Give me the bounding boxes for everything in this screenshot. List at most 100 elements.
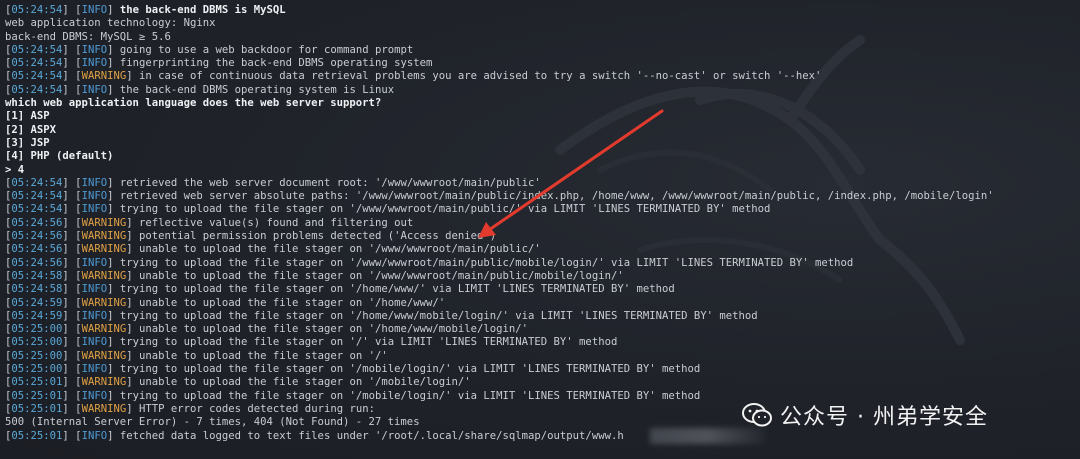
bracket: ] [ (62, 83, 82, 96)
log-message: trying to upload the file stager on '/mo… (119, 389, 701, 402)
timestamp: 05:24:59 (11, 309, 63, 322)
timestamp: 05:24:54 (11, 70, 63, 83)
line-text: [4] PHP (default) (5, 150, 114, 163)
timestamp: 05:24:54 (11, 176, 63, 189)
log-level: WARNING (81, 402, 127, 415)
terminal-line: [05:24:56] [INFO] trying to upload the f… (5, 257, 1075, 270)
log-level: WARNING (81, 296, 127, 309)
bracket: ] [ (62, 269, 82, 282)
terminal-line: [05:24:54] [INFO] retrieved the web serv… (5, 177, 1075, 190)
line-text: > 4 (5, 163, 25, 176)
terminal-line: [2] ASPX (5, 124, 1075, 137)
terminal-line: [05:24:54] [INFO] the back-end DBMS is M… (5, 4, 1075, 17)
bracket: ] (107, 256, 120, 269)
terminal-line: > 4 (5, 164, 1075, 177)
bracket: ] (107, 429, 120, 442)
bracket: ] [ (62, 376, 82, 389)
bracket: ] (107, 176, 120, 189)
bracket: ] [ (62, 389, 82, 402)
log-message: the back-end DBMS is MySQL (119, 4, 286, 16)
bracket: ] (107, 363, 120, 376)
wechat-icon (742, 403, 772, 427)
bracket: ] (107, 283, 120, 296)
terminal-line: [05:25:00] [INFO] trying to upload the f… (5, 336, 1075, 349)
bracket: ] (107, 190, 120, 203)
terminal-window[interactable]: [05:24:54] [INFO] the back-end DBMS is M… (0, 0, 1080, 459)
bracket: ] (107, 309, 120, 322)
timestamp: 05:24:56 (11, 216, 63, 229)
line-text: [2] ASPX (5, 123, 57, 136)
log-level: WARNING (81, 243, 127, 256)
terminal-output: [05:24:54] [INFO] the back-end DBMS is M… (5, 4, 1075, 443)
terminal-line: [05:24:58] [INFO] trying to upload the f… (5, 283, 1075, 296)
bracket: ] (126, 269, 139, 282)
log-message: trying to upload the file stager on '/' … (119, 336, 618, 349)
log-message: HTTP error codes detected during run: (138, 402, 375, 415)
timestamp: 05:24:54 (11, 83, 63, 96)
log-level: WARNING (81, 376, 127, 389)
log-level: INFO (81, 389, 108, 402)
log-message: fetched data logged to text files under … (119, 429, 624, 442)
bracket: ] [ (62, 323, 82, 336)
log-level: WARNING (81, 216, 127, 229)
terminal-line: [05:24:56] [WARNING] unable to upload th… (5, 243, 1075, 256)
terminal-line: [05:25:00] [WARNING] unable to upload th… (5, 323, 1075, 336)
log-level: INFO (81, 176, 108, 189)
terminal-line: [3] JSP (5, 137, 1075, 150)
bracket: ] (126, 70, 139, 83)
terminal-line: [05:25:01] [WARNING] unable to upload th… (5, 376, 1075, 389)
log-level: WARNING (81, 323, 127, 336)
bracket: ] [ (62, 4, 82, 16)
timestamp: 05:25:01 (11, 376, 63, 389)
log-message: retrieved web server absolute paths: '/w… (119, 190, 994, 203)
timestamp: 05:25:01 (11, 429, 63, 442)
bracket: ] (107, 57, 120, 70)
terminal-line: [05:24:59] [INFO] trying to upload the f… (5, 310, 1075, 323)
timestamp: 05:25:01 (11, 389, 63, 402)
log-level: INFO (81, 256, 108, 269)
log-level: INFO (81, 283, 108, 296)
log-message: potential permission problems detected (… (138, 230, 497, 243)
terminal-line: [05:25:00] [INFO] trying to upload the f… (5, 363, 1075, 376)
bracket: ] (107, 389, 120, 402)
bracket: ] (126, 349, 139, 362)
bracket: ] (126, 296, 139, 309)
timestamp: 05:25:00 (11, 349, 63, 362)
log-message: in case of continuous data retrieval pro… (138, 70, 822, 83)
bracket: ] (126, 402, 139, 415)
log-level: WARNING (81, 349, 127, 362)
log-level: INFO (81, 203, 108, 216)
terminal-line: web application technology: Nginx (5, 17, 1075, 30)
bracket: ] (126, 243, 139, 256)
log-message: unable to upload the file stager on '/ho… (138, 296, 446, 309)
bracket: ] [ (62, 43, 82, 56)
watermark: 公众号 · 州弟学安全 (742, 398, 988, 432)
bracket: ] [ (62, 176, 82, 189)
line-text: web application technology: Nginx (5, 17, 216, 30)
timestamp: 05:24:56 (11, 256, 63, 269)
log-message: trying to upload the file stager on '/ww… (119, 256, 854, 269)
bracket: ] (126, 216, 139, 229)
terminal-line: [05:24:54] [WARNING] in case of continuo… (5, 70, 1075, 83)
terminal-line: [05:24:54] [INFO] fingerprinting the bac… (5, 57, 1075, 70)
bracket: ] (126, 230, 139, 243)
timestamp: 05:24:54 (11, 43, 63, 56)
log-message: the back-end DBMS operating system is Li… (119, 83, 395, 96)
bracket: ] [ (62, 349, 82, 362)
timestamp: 05:25:00 (11, 336, 63, 349)
terminal-line: [4] PHP (default) (5, 150, 1075, 163)
bracket: ] [ (62, 309, 82, 322)
terminal-line: which web application language does the … (5, 97, 1075, 110)
timestamp: 05:24:54 (11, 190, 63, 203)
watermark-text: 公众号 · 州弟学安全 (780, 405, 988, 430)
log-level: WARNING (81, 269, 127, 282)
line-text: [1] ASP (5, 110, 50, 123)
line-text: back-end DBMS: MySQL ≥ 5.6 (5, 30, 171, 43)
log-level: INFO (81, 309, 108, 322)
bracket: ] [ (62, 402, 82, 415)
log-message: unable to upload the file stager on '/' (138, 349, 388, 362)
log-message: reflective value(s) found and filtering … (138, 216, 414, 229)
bracket: ] (126, 323, 139, 336)
log-message: retrieved the web server document root: … (119, 176, 541, 189)
line-text: which web application language does the … (5, 97, 382, 110)
